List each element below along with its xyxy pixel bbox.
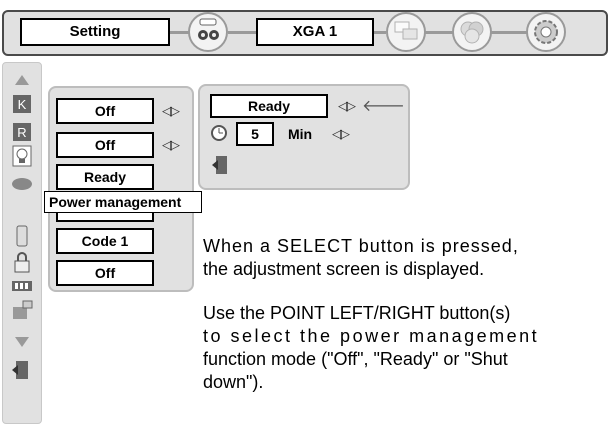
color-circles-icon[interactable]: [452, 12, 492, 52]
filter-icon[interactable]: [10, 298, 34, 322]
submenu-value-1[interactable]: Off: [56, 98, 154, 124]
keystone-icon[interactable]: K: [10, 92, 34, 116]
timer-icon: [210, 124, 228, 147]
description-line: function mode ("Off", "Ready" or "Shut: [203, 349, 508, 369]
description-line: the adjustment screen is displayed.: [203, 259, 485, 279]
input-resolution-box: XGA 1: [256, 18, 374, 46]
power-management-tooltip: Power management: [44, 191, 202, 213]
connector-line: [374, 31, 386, 34]
security-lock-icon[interactable]: [10, 250, 34, 274]
computer-connector-icon[interactable]: [188, 12, 228, 52]
power-mode-value[interactable]: Ready: [210, 94, 328, 118]
connector-line: [424, 31, 454, 34]
timer-unit: Min: [288, 126, 313, 142]
description-line: Use the POINT LEFT/RIGHT button(s): [203, 303, 511, 323]
submenu-value-5[interactable]: Code 1: [56, 228, 154, 254]
setting-gear-icon[interactable]: [526, 12, 566, 52]
connector-line: [228, 31, 258, 34]
svg-text:K: K: [18, 97, 27, 112]
adjust-arrows-icon[interactable]: ◁▷: [332, 126, 350, 142]
scroll-down-arrow-icon[interactable]: [10, 330, 34, 354]
submenu-value-2[interactable]: Off: [56, 132, 154, 158]
description-line: down").: [203, 372, 264, 392]
connector-line: [490, 31, 528, 34]
description-line: When a SELECT button is pressed,: [203, 236, 519, 256]
exit-door-icon[interactable]: [10, 358, 34, 382]
mirror-icon[interactable]: R: [10, 120, 34, 144]
exit-door-icon[interactable]: [212, 154, 230, 181]
adjust-arrows-icon[interactable]: ◁▷: [162, 137, 180, 153]
power-management-value[interactable]: Ready: [56, 164, 154, 190]
svg-text:R: R: [17, 125, 26, 140]
scroll-up-arrow-icon[interactable]: [10, 68, 34, 92]
submenu-value-6[interactable]: Off: [56, 260, 154, 286]
menu-title: Setting: [20, 18, 170, 46]
remote-control-icon[interactable]: [10, 224, 34, 248]
connector-line: [170, 31, 190, 34]
fan-icon[interactable]: [10, 274, 34, 298]
back-arrow-icon[interactable]: 🡐: [362, 95, 405, 116]
timer-value[interactable]: 5: [236, 122, 274, 146]
adjust-arrows-icon[interactable]: ◁▷: [162, 103, 180, 119]
image-select-icon[interactable]: [386, 12, 426, 52]
lamp-icon[interactable]: [10, 144, 34, 168]
power-management-icon[interactable]: [10, 172, 34, 196]
description-line: to select the power management: [203, 326, 540, 346]
adjust-arrows-icon[interactable]: ◁▷: [338, 98, 356, 114]
